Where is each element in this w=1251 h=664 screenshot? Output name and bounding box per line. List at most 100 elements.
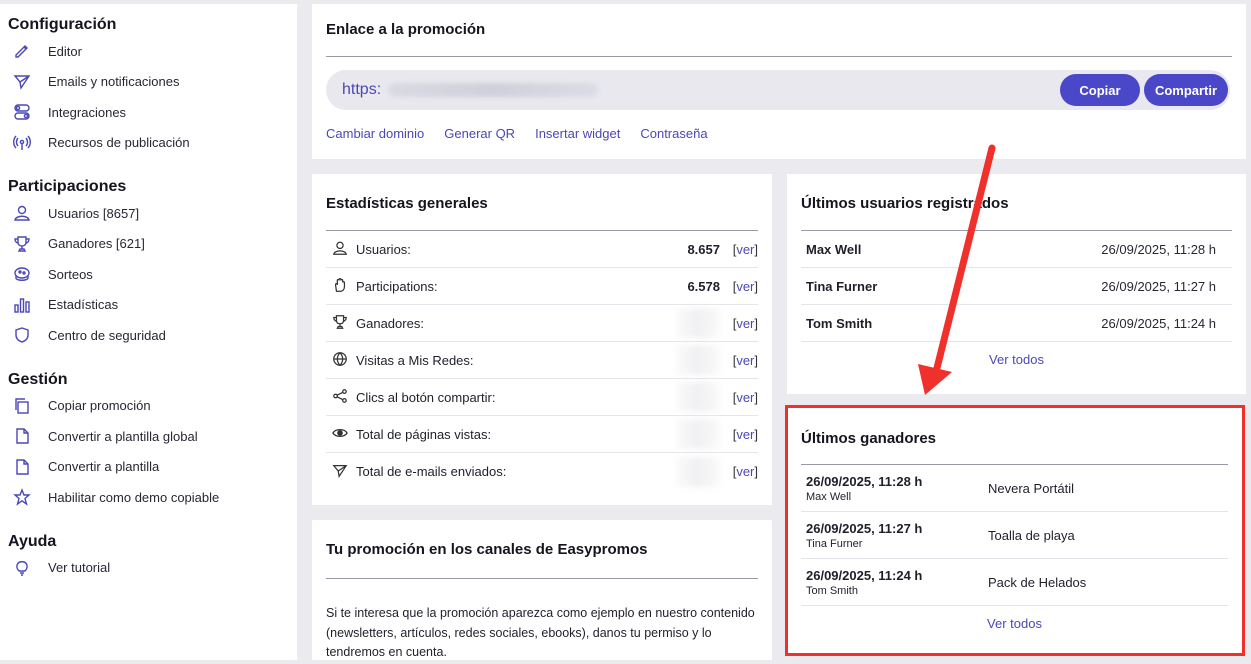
insert-widget-link[interactable]: Insertar widget: [535, 126, 620, 141]
winner-date: 26/09/2025, 11:27 h: [806, 520, 923, 536]
broadcast-icon: [12, 133, 32, 153]
sidebar-item-ganadores-621[interactable]: Ganadores [621]: [8, 229, 289, 260]
stat-row: Total de páginas vistas: [ver]: [326, 416, 758, 453]
winner-row[interactable]: 26/09/2025, 11:27 h Tina Furner Toalla d…: [801, 512, 1228, 559]
winner-row[interactable]: 26/09/2025, 11:28 h Max Well Nevera Port…: [801, 465, 1228, 512]
sidebar-section: Configuración Editor Emails y notificaci…: [8, 14, 289, 158]
stat-row: Visitas a Mis Redes: [ver]: [326, 342, 758, 379]
stat-value-hidden: [660, 382, 720, 412]
stat-label: Ganadores:: [356, 315, 424, 331]
stat-value-hidden: [660, 308, 720, 338]
stat-row: Participations: 6.578 [ver]: [326, 268, 758, 305]
sidebar-item-estadísticas[interactable]: Estadísticas: [8, 290, 289, 321]
sidebar-item-label: Centro de seguridad: [48, 327, 166, 343]
stat-ver-link[interactable]: ver: [736, 353, 754, 368]
see-all-users-link[interactable]: Ver todos: [989, 352, 1044, 367]
sidebar-item-label: Convertir a plantilla: [48, 459, 160, 475]
sidebar-item-habilitar-como-demo-copiable[interactable]: Habilitar como demo copiable: [8, 482, 289, 513]
sidebar-item-convertir-a-plantilla-global[interactable]: Convertir a plantilla global: [8, 421, 289, 452]
latest-users-card: Últimos usuarios registrados Max Well 26…: [787, 174, 1246, 394]
lightbulb-icon: [12, 558, 32, 578]
sidebar-item-centro-de-seguridad[interactable]: Centro de seguridad: [8, 320, 289, 351]
stat-ver: [ver]: [732, 389, 758, 405]
winner-prize: Nevera Portátil: [988, 480, 1074, 496]
sidebar-item-usuarios-8657[interactable]: Usuarios [8657]: [8, 198, 289, 229]
sidebar-item-label: Estadísticas: [48, 297, 119, 313]
see-all-winners-link[interactable]: Ver todos: [987, 616, 1042, 631]
stat-label: Total de e-mails enviados:: [356, 464, 507, 479]
trophy-icon: [332, 314, 350, 332]
winners-see-all: Ver todos: [787, 606, 1242, 642]
winner-name: Tom Smith: [806, 584, 858, 597]
sidebar-item-label: Convertir a plantilla global: [48, 428, 198, 444]
sidebar-item-editor[interactable]: Editor: [8, 36, 289, 67]
card-title: Últimos usuarios registrados: [801, 195, 1009, 212]
user-name: Tom Smith: [806, 315, 873, 331]
sidebar-item-label: Editor: [48, 43, 82, 59]
stat-ver-link[interactable]: ver: [736, 279, 754, 294]
users-list: Max Well 26/09/2025, 11:28 h Tina Furner …: [787, 231, 1246, 342]
user-row[interactable]: Tina Furner 26/09/2025, 11:27 h: [801, 268, 1232, 305]
stat-ver-link[interactable]: ver: [736, 242, 754, 257]
password-link[interactable]: Contraseña: [640, 126, 707, 141]
star-icon: [12, 487, 32, 507]
sidebar-section: Gestión Copiar promoción Convertir a pla…: [8, 369, 289, 513]
stat-value-hidden: [660, 345, 720, 375]
sidebar-item-emails-y-notificaciones[interactable]: Emails y notificaciones: [8, 67, 289, 98]
change-domain-link[interactable]: Cambiar dominio: [326, 126, 424, 141]
eye-icon: [332, 425, 350, 443]
stat-value: 6.578: [687, 278, 720, 294]
file-icon: [12, 457, 32, 477]
user-row[interactable]: Tom Smith 26/09/2025, 11:24 h: [801, 305, 1232, 342]
stat-row: Usuarios: 8.657 [ver]: [326, 231, 758, 268]
sidebar-item-recursos-de-publicación[interactable]: Recursos de publicación: [8, 128, 289, 159]
sidebar-section: Participaciones Usuarios [8657] Ganadore…: [8, 176, 289, 351]
general-stats-card: Estadísticas generales Usuarios: 8.657 […: [312, 174, 772, 505]
stat-ver-link[interactable]: ver: [736, 316, 754, 331]
sidebar-item-label: Habilitar como demo copiable: [48, 489, 220, 505]
stats-list: Usuarios: 8.657 [ver] Participations: 6.…: [312, 231, 772, 490]
promo-description: Si te interesa que la promoción aparezca…: [326, 606, 755, 659]
divider: [326, 56, 1232, 57]
sidebar-item-sorteos[interactable]: Sorteos: [8, 259, 289, 290]
copy-icon: [12, 396, 32, 416]
sidebar-section-title: Gestión: [8, 370, 68, 388]
share-icon: [332, 388, 350, 406]
share-button[interactable]: Compartir: [1144, 74, 1228, 106]
stat-label: Participations:: [356, 278, 438, 294]
stat-ver-link[interactable]: ver: [736, 464, 754, 479]
user-row[interactable]: Max Well 26/09/2025, 11:28 h: [801, 231, 1232, 268]
card-title: Últimos ganadores: [801, 430, 937, 447]
stat-ver: [ver]: [732, 315, 758, 331]
sidebar-section-title: Configuración: [8, 16, 117, 33]
generate-qr-link[interactable]: Generar QR: [444, 126, 515, 141]
stat-row: Ganadores: [ver]: [326, 305, 758, 342]
copy-button[interactable]: Copiar: [1060, 74, 1140, 106]
sidebar-item-label: Recursos de publicación: [48, 135, 190, 151]
easypromos-channels-card: Tu promoción en los canales de Easypromo…: [312, 520, 772, 660]
toggles-icon: [12, 102, 32, 122]
winner-date: 26/09/2025, 11:28 h: [806, 473, 923, 489]
sidebar-item-convertir-a-plantilla[interactable]: Convertir a plantilla: [8, 452, 289, 483]
sidebar-item-integraciones[interactable]: Integraciones: [8, 97, 289, 128]
sidebar-item-ver-tutorial[interactable]: Ver tutorial: [8, 553, 289, 584]
winner-name: Tina Furner: [806, 537, 863, 550]
blurred-url: [388, 83, 598, 97]
sidebar-item-label: Ver tutorial: [48, 560, 111, 576]
url-text: https:: [342, 81, 382, 98]
stat-label: Clics al botón compartir:: [356, 389, 496, 405]
stat-value-hidden: [660, 456, 720, 487]
stat-ver-link[interactable]: ver: [736, 390, 754, 405]
globe-icon: [332, 351, 350, 369]
stat-label: Usuarios:: [356, 241, 411, 257]
hand-icon: [332, 277, 350, 295]
sidebar-item-label: Integraciones: [48, 104, 127, 120]
promotion-url-field[interactable]: https: Copiar Compartir: [326, 70, 1230, 110]
stat-value: 8.657: [687, 241, 720, 257]
pencil-icon: [12, 41, 32, 61]
sidebar-item-copiar-promoción[interactable]: Copiar promoción: [8, 391, 289, 422]
sidebar-section-title: Ayuda: [8, 532, 57, 550]
paper-plane-icon: [332, 463, 350, 481]
winner-row[interactable]: 26/09/2025, 11:24 h Tom Smith Pack de He…: [801, 559, 1228, 606]
stat-ver-link[interactable]: ver: [736, 427, 754, 442]
